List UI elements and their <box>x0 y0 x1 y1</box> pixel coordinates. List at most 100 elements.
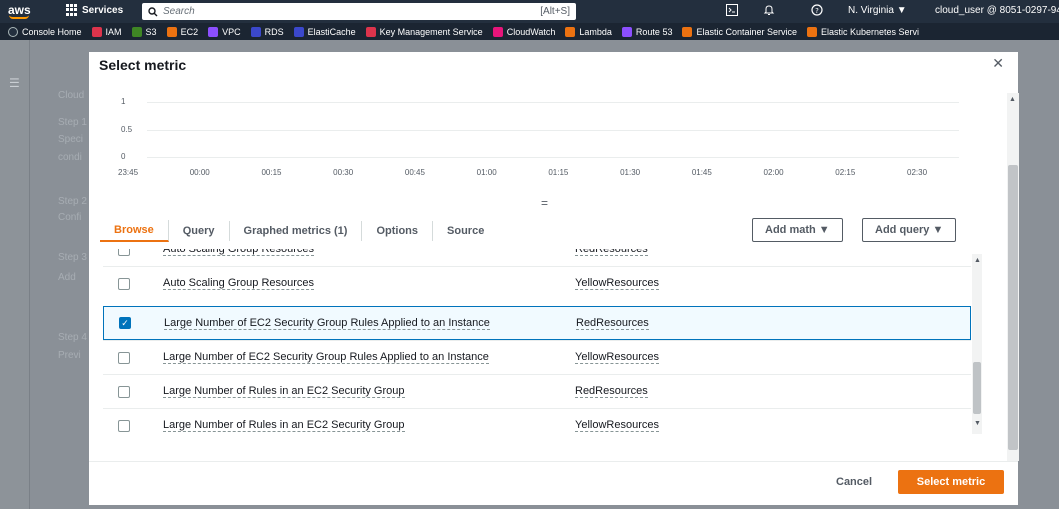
x-tick-label: 02:30 <box>907 168 928 177</box>
bg-text: condi <box>58 152 82 163</box>
table-row[interactable]: Large Number of Rules in an EC2 Security… <box>103 408 971 436</box>
select-metric-button[interactable]: Select metric <box>898 470 1004 494</box>
background-sidebar <box>0 40 30 509</box>
metric-tabs: Browse Query Graphed metrics (1) Options… <box>100 218 498 244</box>
table-scrollbar-thumb[interactable] <box>973 362 981 414</box>
favorite-item[interactable]: Route 53 <box>621 26 673 37</box>
favorite-item[interactable]: RDS <box>250 26 284 37</box>
bg-text: Previ <box>58 350 81 361</box>
tab-query[interactable]: Query <box>169 221 230 241</box>
scroll-down-icon[interactable]: ▼ <box>974 420 981 427</box>
row-checkbox[interactable] <box>118 277 130 290</box>
favorite-label: Console Home <box>22 26 82 37</box>
x-tick-label: 01:15 <box>548 168 569 177</box>
account-menu[interactable]: cloud_user @ 8051-0297-94 <box>935 5 1059 16</box>
favorite-item[interactable]: EC2 <box>166 26 199 37</box>
favorite-label: EC2 <box>180 26 199 37</box>
modal-title: Select metric <box>99 57 187 73</box>
search-placeholder: Search <box>163 6 195 17</box>
notifications-bell-icon[interactable] <box>762 4 776 18</box>
search-input[interactable]: Search [Alt+S] <box>142 3 576 20</box>
table-row[interactable]: Large Number of Rules in an EC2 Security… <box>103 374 971 408</box>
table-row[interactable]: Auto Scaling Group Resources YellowResour… <box>103 266 971 300</box>
service-icon <box>131 26 142 37</box>
search-icon <box>148 6 158 16</box>
region-selector[interactable]: N. Virginia ▼ <box>848 5 907 16</box>
close-icon[interactable]: ✕ <box>992 55 1004 72</box>
x-tick-label: 00:45 <box>404 168 425 177</box>
cancel-button[interactable]: Cancel <box>836 476 872 488</box>
dimension-value[interactable]: YellowResources <box>575 277 659 290</box>
modal-scrollbar-thumb[interactable] <box>1008 165 1018 450</box>
metric-name[interactable]: Large Number of EC2 Security Group Rules… <box>163 351 489 364</box>
service-icon <box>208 26 219 37</box>
bg-text: Add <box>58 272 76 283</box>
favorite-item[interactable]: Console Home <box>8 26 82 37</box>
metrics-table: Auto Scaling Group Resources RedResources… <box>103 249 983 436</box>
favorite-item[interactable]: Lambda <box>565 26 612 37</box>
table-row[interactable]: Auto Scaling Group Resources RedResources <box>103 249 971 266</box>
favorite-item[interactable]: VPC <box>208 26 241 37</box>
resize-handle-icon[interactable]: = <box>541 196 548 210</box>
dimension-value[interactable]: YellowResources <box>575 351 659 364</box>
metric-name[interactable]: Auto Scaling Group Resources <box>163 249 315 256</box>
aws-logo[interactable]: aws <box>8 3 32 19</box>
favorite-item[interactable]: Key Management Service <box>365 26 483 37</box>
favorite-label: Elastic Container Service <box>696 26 797 37</box>
favorite-item[interactable]: Elastic Kubernetes Servi <box>807 26 920 37</box>
favorite-label: CloudWatch <box>506 26 556 37</box>
metric-name[interactable]: Auto Scaling Group Resources <box>163 277 315 290</box>
x-tick-label: 00:30 <box>333 168 354 177</box>
tab-options[interactable]: Options <box>362 221 434 241</box>
metric-name[interactable]: Large Number of Rules in an EC2 Security… <box>163 385 405 398</box>
tab-browse[interactable]: Browse <box>100 220 169 242</box>
row-checkbox[interactable] <box>118 249 130 256</box>
add-math-button[interactable]: Add math ▼ <box>752 218 843 242</box>
favorite-item[interactable]: S3 <box>131 26 157 37</box>
metric-name[interactable]: Large Number of EC2 Security Group Rules… <box>164 317 490 330</box>
dimension-value[interactable]: RedResources <box>575 249 648 256</box>
favorites-bar: Console Home IAM S3 EC2 VPC RDS ElastiCache Key… <box>0 23 1059 40</box>
services-menu[interactable]: Services <box>66 4 123 16</box>
search-shortcut: [Alt+S] <box>540 6 570 17</box>
favorite-item[interactable]: Elastic Container Service <box>682 26 797 37</box>
service-icon <box>682 26 693 37</box>
menu-icon: ☰ <box>9 76 20 90</box>
table-row[interactable]: Large Number of EC2 Security Group Rules… <box>103 340 971 374</box>
help-icon[interactable]: ? <box>810 4 824 18</box>
row-checkbox[interactable]: ✓ <box>119 317 131 329</box>
add-query-button[interactable]: Add query ▼ <box>862 218 957 242</box>
row-checkbox[interactable] <box>118 419 130 432</box>
tab-graphed-metrics[interactable]: Graphed metrics (1) <box>230 221 363 241</box>
dimension-value[interactable]: YellowResources <box>575 419 659 432</box>
favorite-label: IAM <box>105 26 122 37</box>
y-tick-label: 0 <box>121 152 126 161</box>
dimension-value[interactable]: RedResources <box>575 385 648 398</box>
metric-name[interactable]: Large Number of Rules in an EC2 Security… <box>163 419 405 432</box>
modal-scroll-up-icon[interactable]: ▲ <box>1009 96 1016 103</box>
service-icon <box>166 26 177 37</box>
favorite-item[interactable]: ElastiCache <box>293 26 356 37</box>
bg-text: Speci <box>58 134 84 145</box>
y-tick-label: 1 <box>121 97 126 106</box>
row-checkbox[interactable] <box>118 385 130 398</box>
favorite-label: Lambda <box>579 26 612 37</box>
favorite-label: Key Management Service <box>379 26 483 37</box>
favorite-label: ElastiCache <box>307 26 356 37</box>
top-navigation: aws Services Search [Alt+S] ? N. Virgini… <box>0 0 1059 40</box>
favorite-label: Route 53 <box>635 26 673 37</box>
bg-text: Step 3 <box>58 252 87 263</box>
favorite-item[interactable]: CloudWatch <box>492 26 556 37</box>
scroll-up-icon[interactable]: ▲ <box>974 257 981 264</box>
favorite-item[interactable]: IAM <box>91 26 122 37</box>
service-icon <box>807 26 817 37</box>
favorite-label: VPC <box>222 26 241 37</box>
tab-source[interactable]: Source <box>433 221 498 241</box>
favorite-label: Elastic Kubernetes Servi <box>821 26 920 37</box>
svg-text:?: ? <box>815 7 819 15</box>
cloudshell-icon[interactable] <box>725 4 739 18</box>
table-row[interactable]: ✓ Large Number of EC2 Security Group Rule… <box>103 306 971 340</box>
service-icon <box>8 26 18 37</box>
row-checkbox[interactable] <box>118 351 130 364</box>
dimension-value[interactable]: RedResources <box>576 317 649 330</box>
